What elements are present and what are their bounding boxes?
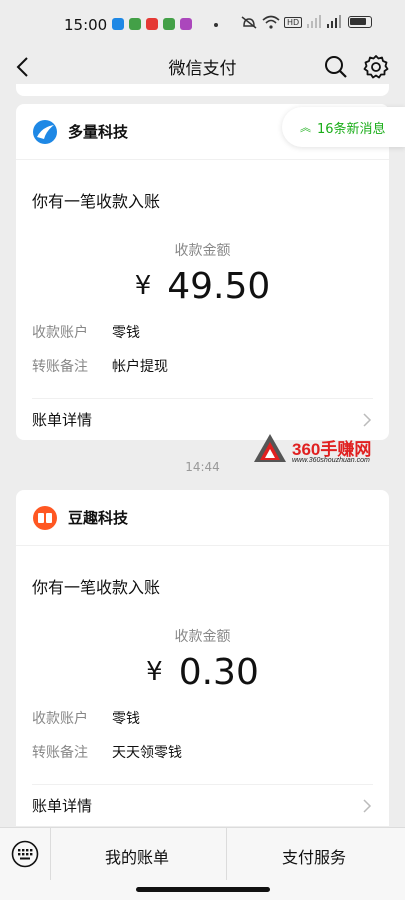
gear-icon[interactable]	[362, 53, 390, 81]
search-icon[interactable]	[322, 53, 350, 81]
payment-notice-card: 多量科技 你有一笔收款入账 收款金额 ¥49.50 收款账户 零钱 转账备注 帐…	[16, 104, 389, 440]
amount-value: ¥0.30	[16, 652, 389, 693]
message-timestamp: 14:44	[185, 460, 220, 474]
field-row: 转账备注 天天领零钱	[16, 741, 389, 763]
brand-name: 豆趣科技	[68, 509, 129, 527]
field-value: 零钱	[112, 711, 140, 727]
currency-symbol: ¥	[134, 271, 152, 301]
notification-dot-icon	[214, 23, 218, 27]
currency-symbol: ¥	[146, 657, 163, 687]
previous-card-edge	[16, 84, 389, 96]
chevron-left-icon[interactable]	[10, 53, 38, 81]
brand-name: 多量科技	[68, 123, 129, 141]
field-label: 转账备注	[32, 359, 88, 375]
double-chevron-up-icon: ︽	[300, 121, 311, 134]
bill-detail-label: 账单详情	[32, 411, 93, 429]
alarm-off-icon	[241, 16, 257, 29]
menu-item-my-bills[interactable]: 我的账单	[105, 844, 169, 868]
bill-detail-label: 账单详情	[32, 797, 93, 815]
app-notification-icon	[146, 18, 158, 30]
app-notification-icon	[163, 18, 175, 30]
new-messages-label: 16条新消息	[317, 121, 386, 137]
status-bar: 15:00 HD	[0, 0, 405, 50]
amount-label: 收款金额	[174, 629, 231, 645]
brand-logo-icon	[33, 119, 57, 144]
signal-icon	[307, 15, 322, 28]
brand-logo-icon	[33, 505, 57, 530]
menu-item-payment-services[interactable]: 支付服务	[282, 844, 346, 868]
field-row: 转账备注 帐户提现	[16, 355, 389, 377]
menu-divider	[50, 828, 51, 880]
amount-value: ¥49.50	[16, 266, 389, 307]
new-messages-button[interactable]: ︽ 16条新消息	[282, 107, 405, 147]
bottom-menu-bar: 我的账单 支付服务	[0, 827, 405, 900]
field-row: 收款账户 零钱	[16, 707, 389, 729]
payment-notice-card: 豆趣科技 你有一笔收款入账 收款金额 ¥0.30 收款账户 零钱 转账备注 天天…	[16, 490, 389, 826]
hd-badge: HD	[284, 16, 303, 28]
field-label: 转账备注	[32, 745, 88, 761]
field-value: 零钱	[112, 325, 140, 341]
chevron-right-icon	[363, 412, 372, 427]
keyboard-icon[interactable]	[11, 840, 39, 868]
app-notification-icon	[180, 18, 192, 30]
card-header: 豆趣科技	[16, 490, 389, 546]
amount-number: 49.50	[167, 266, 271, 307]
card-intro-text: 你有一笔收款入账	[32, 192, 161, 211]
signal-icon	[327, 15, 342, 28]
wifi-icon	[262, 15, 280, 29]
app-notification-icon	[112, 18, 124, 30]
field-value: 天天领零钱	[112, 745, 182, 761]
nav-bar: 微信支付	[0, 50, 405, 84]
notification-app-icons	[112, 18, 192, 30]
battery-icon	[348, 16, 373, 28]
field-row: 收款账户 零钱	[16, 321, 389, 343]
home-indicator[interactable]	[136, 887, 270, 892]
app-notification-icon	[129, 18, 141, 30]
status-time: 15:00	[64, 16, 108, 34]
field-label: 收款账户	[32, 325, 88, 341]
field-value: 帐户提现	[112, 359, 168, 375]
bill-detail-link[interactable]: 账单详情	[32, 784, 373, 826]
menu-divider	[226, 828, 227, 880]
field-label: 收款账户	[32, 711, 88, 727]
amount-label: 收款金额	[174, 243, 231, 259]
card-intro-text: 你有一笔收款入账	[32, 578, 161, 597]
amount-number: 0.30	[178, 652, 259, 693]
chevron-right-icon	[363, 798, 372, 813]
status-indicators: HD	[240, 15, 373, 29]
